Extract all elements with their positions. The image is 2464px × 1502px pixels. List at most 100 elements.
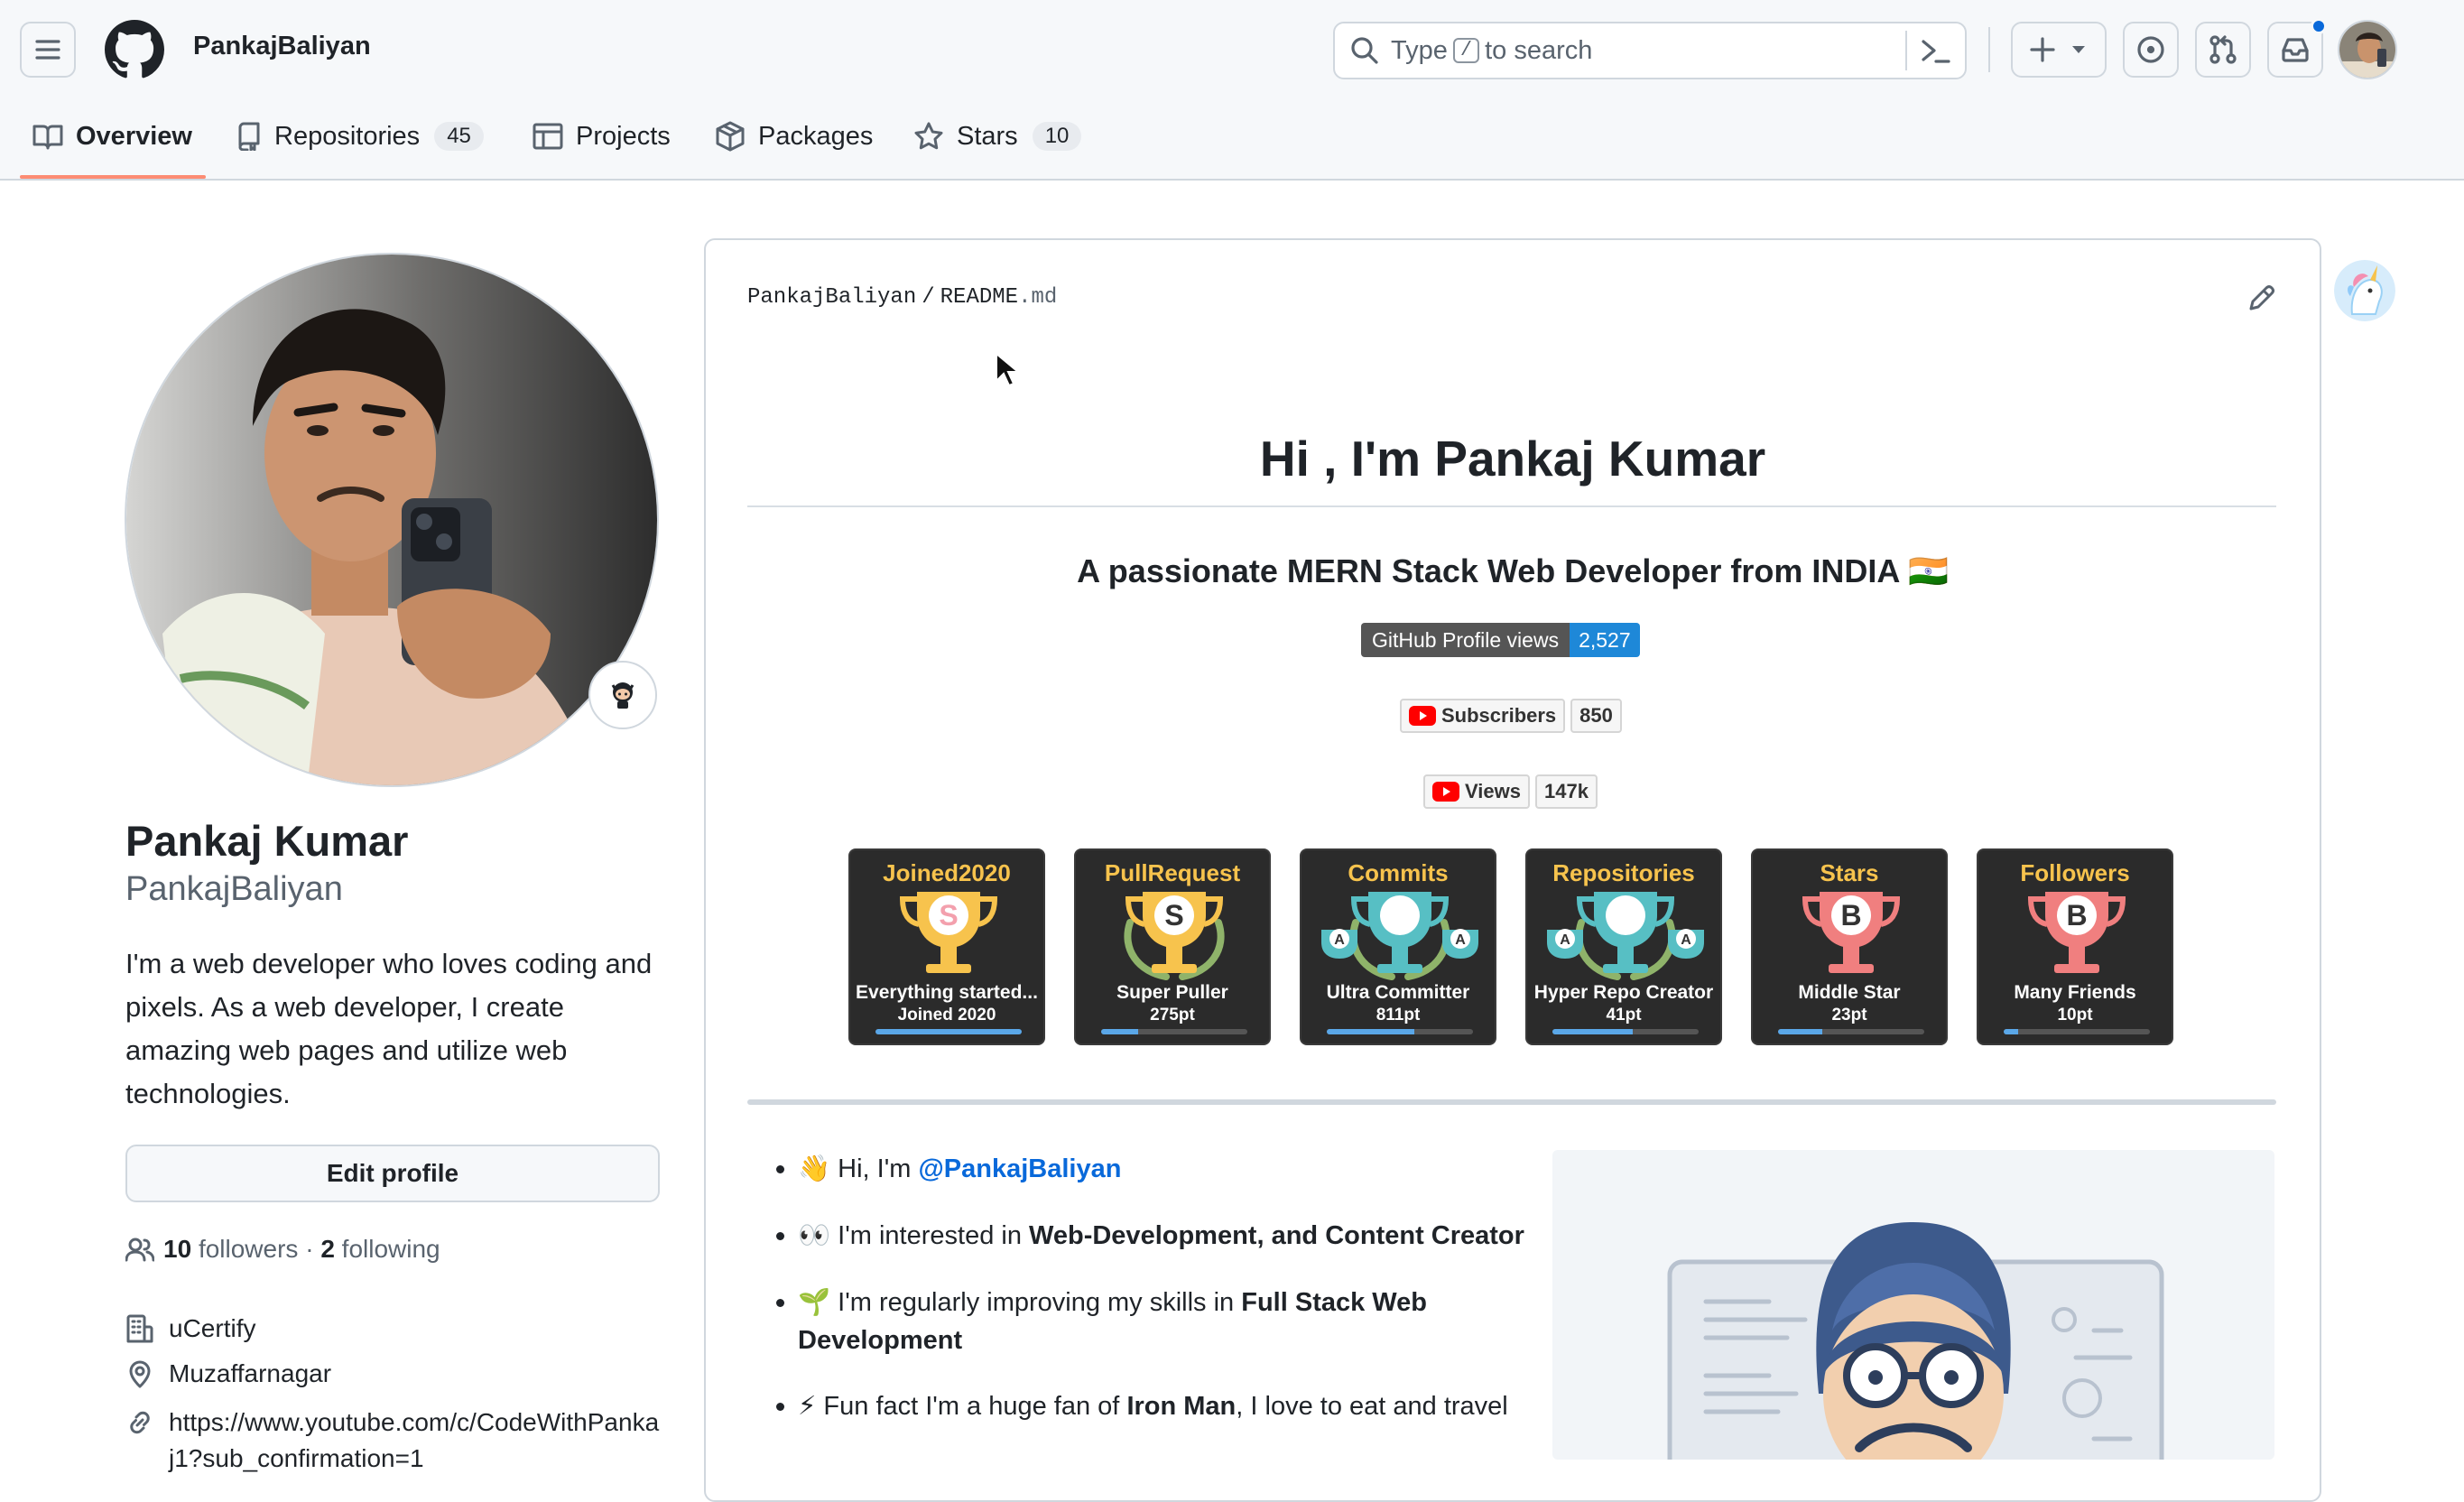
list-item4-prefix: ⚡ Fun fact I'm a huge fan of bbox=[798, 1392, 1127, 1421]
link-icon bbox=[130, 1411, 150, 1434]
tab-stars[interactable]: Stars 10 bbox=[913, 114, 1082, 159]
list-item2-prefix: 👀 I'm interested in bbox=[798, 1221, 1030, 1250]
trophy-card: Followers B Many Friends 10pt bbox=[1977, 848, 2173, 1045]
tab-packages-label: Packages bbox=[758, 121, 874, 151]
repo-icon bbox=[238, 122, 260, 151]
readme-heading: Hi , I'm Pankaj Kumar bbox=[1259, 431, 1766, 487]
tab-projects[interactable]: Projects bbox=[533, 114, 671, 159]
readme-path-separator: / bbox=[922, 285, 935, 310]
pencil-icon[interactable] bbox=[2246, 283, 2276, 314]
trophy-rank: B bbox=[2066, 899, 2087, 932]
trophy-points: Joined 2020 bbox=[897, 1006, 996, 1025]
subscribers-badge[interactable]: Subscribers 850 bbox=[1400, 699, 1622, 733]
pull-requests-button[interactable] bbox=[2195, 22, 2251, 78]
subscribers-shield: Subscribers bbox=[1400, 699, 1566, 733]
svg-text:A: A bbox=[1681, 932, 1691, 948]
youtube-views-shield: Views bbox=[1423, 774, 1530, 809]
youtube-views-badge[interactable]: Views 147k bbox=[1423, 774, 1598, 809]
issue-opened-icon bbox=[2137, 36, 2164, 63]
tab-packages[interactable]: Packages bbox=[715, 114, 873, 159]
trophy-title: PullRequest bbox=[1104, 859, 1241, 886]
triangle-down-icon bbox=[2072, 46, 2085, 53]
list-item-text: 👋 Hi, I'm @PankajBaliyan bbox=[798, 1150, 1538, 1188]
tab-repositories[interactable]: Repositories 45 bbox=[236, 114, 484, 159]
profile-full-name: Pankaj Kumar bbox=[125, 817, 409, 865]
following-link[interactable]: 2 following bbox=[320, 1235, 440, 1264]
trophy-title: Followers bbox=[2020, 859, 2130, 886]
profile-avatar[interactable] bbox=[125, 253, 659, 787]
mention-link[interactable]: @PankajBaliyan bbox=[918, 1154, 1121, 1183]
trophy-name: Many Friends bbox=[2014, 982, 2136, 1003]
following-label: following bbox=[341, 1235, 440, 1263]
edit-profile-button[interactable]: Edit profile bbox=[125, 1145, 660, 1202]
svg-text:A: A bbox=[1455, 932, 1466, 948]
stars-count: 10 bbox=[1032, 122, 1082, 151]
trophy-name: Middle Star bbox=[1798, 982, 1901, 1003]
follow-stats: 10 followers · 2 following bbox=[125, 1235, 440, 1264]
trophy-rank: A bbox=[1334, 932, 1345, 948]
tab-stars-label: Stars bbox=[957, 121, 1018, 151]
trophy-points: 41pt bbox=[1606, 1006, 1642, 1025]
trophy-card: PullRequest S Super Puller 275pt bbox=[1074, 848, 1271, 1045]
trophy-card: Joined2020 S Everything started... Joined 2… bbox=[848, 848, 1045, 1045]
user-avatar-button[interactable] bbox=[2338, 20, 2397, 79]
hamburger-icon bbox=[35, 40, 60, 60]
trophy-rank: S bbox=[1164, 899, 1183, 932]
trophy-progress-bar bbox=[1552, 1029, 1699, 1034]
global-header: PankajBaliyan Type / to search Overview … bbox=[0, 0, 2464, 181]
inbox-icon bbox=[2282, 38, 2309, 62]
readme-file-ext: .md bbox=[1018, 285, 1058, 310]
trophy-name: Hyper Repo Creator bbox=[1533, 982, 1714, 1003]
trophy-cup-icon: AA bbox=[1547, 892, 1704, 980]
readme-file-name[interactable]: README bbox=[940, 285, 1018, 310]
readme-file-path: PankajBaliyan / README.md bbox=[747, 285, 1057, 310]
youtube-views-label: Views bbox=[1465, 780, 1521, 802]
star-icon bbox=[914, 122, 943, 150]
trophy-rank: S bbox=[939, 899, 958, 932]
trophy-cup-icon: S bbox=[899, 892, 998, 973]
vcard-website[interactable]: https://www.youtube.com/c/CodeWithPankaj… bbox=[125, 1405, 667, 1477]
trophy-title: Repositories bbox=[1552, 859, 1695, 886]
trophy-name: Ultra Committer bbox=[1326, 982, 1470, 1003]
readme-owner[interactable]: PankajBaliyan bbox=[747, 285, 916, 310]
list-item-text: 🌱 I'm regularly improving my skills in F… bbox=[798, 1284, 1448, 1359]
menu-button[interactable] bbox=[20, 22, 76, 78]
bullet bbox=[776, 1232, 784, 1240]
github-logo-icon[interactable] bbox=[105, 20, 164, 79]
set-status-button[interactable] bbox=[588, 661, 657, 729]
profile-views-badge[interactable]: GitHub Profile views 2,527 bbox=[1361, 623, 1640, 657]
tab-overview[interactable]: Overview bbox=[32, 114, 192, 159]
list-item1-prefix: 👋 Hi, I'm bbox=[798, 1154, 919, 1183]
profile-company: uCertify bbox=[169, 1314, 256, 1342]
followers-link[interactable]: 10 followers bbox=[163, 1235, 298, 1264]
search-placeholder-suffix: to search bbox=[1485, 35, 1593, 65]
profile-website-link[interactable]: https://www.youtube.com/c/CodeWithPankaj… bbox=[169, 1405, 663, 1477]
command-palette-icon[interactable] bbox=[1920, 36, 1952, 67]
section-divider bbox=[747, 1099, 2276, 1105]
search-shortcut-key: / bbox=[1452, 38, 1480, 63]
package-icon bbox=[716, 121, 745, 152]
unicorn-icon bbox=[2334, 260, 2395, 321]
follow-separator: · bbox=[305, 1235, 314, 1263]
trophy-card: Commits A A Ultra Committer 811pt bbox=[1300, 848, 1496, 1045]
subscribers-label: Subscribers bbox=[1441, 704, 1557, 727]
repositories-count: 45 bbox=[434, 122, 484, 151]
unicorn-avatar[interactable] bbox=[2334, 260, 2395, 321]
location-icon bbox=[129, 1360, 151, 1388]
context-username[interactable]: PankajBaliyan bbox=[193, 32, 371, 61]
profile-login: PankajBaliyan bbox=[125, 870, 343, 908]
create-new-button[interactable] bbox=[2011, 22, 2107, 78]
list-item-text: ⚡ Fun fact I'm a huge fan of Iron Man, I… bbox=[798, 1387, 1538, 1425]
profile-views-label: GitHub Profile views bbox=[1361, 623, 1570, 657]
trophy-cup-icon: B bbox=[2027, 892, 2126, 973]
trophy-card: Stars B Middle Star 23pt bbox=[1751, 848, 1948, 1045]
developer-avatar-image bbox=[1667, 1222, 2164, 1460]
search-input[interactable]: Type / to search bbox=[1333, 22, 1967, 79]
organization-icon bbox=[126, 1314, 153, 1343]
subscribers-value: 850 bbox=[1570, 699, 1622, 733]
followers-label: followers bbox=[198, 1235, 299, 1263]
active-tab-underline bbox=[20, 175, 206, 179]
bullet bbox=[776, 1299, 784, 1307]
issues-button[interactable] bbox=[2123, 22, 2179, 78]
trophy-points: 811pt bbox=[1376, 1006, 1421, 1025]
